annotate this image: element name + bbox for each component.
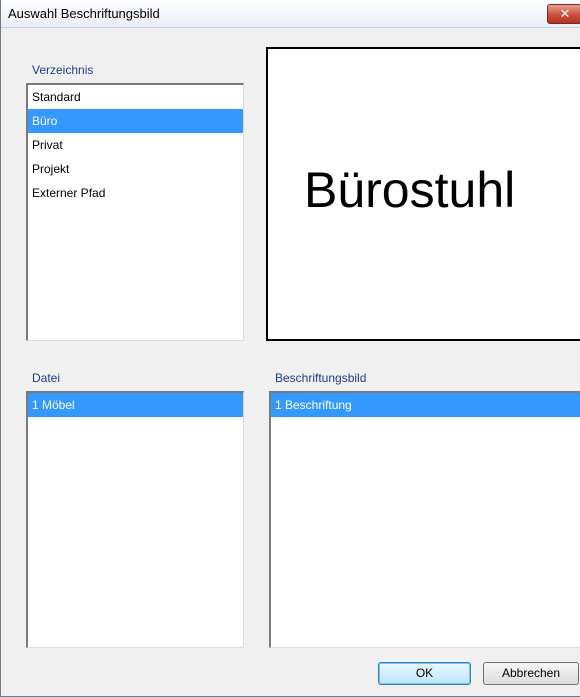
close-button[interactable]: ✕ <box>547 4 580 24</box>
file-label: Datei <box>32 371 61 385</box>
ok-button[interactable]: OK <box>378 662 471 685</box>
directory-item-projekt[interactable]: Projekt <box>28 157 243 181</box>
label-image-label: Beschriftungsbild <box>275 371 367 385</box>
label-image-item-beschriftung[interactable]: 1 Beschriftung <box>271 393 580 417</box>
label-image-list[interactable]: 1 Beschriftung <box>269 391 580 648</box>
directory-item-privat[interactable]: Privat <box>28 133 243 157</box>
directory-item-standard[interactable]: Standard <box>28 85 243 109</box>
preview-text: Bürostuhl <box>304 162 516 218</box>
close-icon: ✕ <box>559 6 571 21</box>
cancel-button[interactable]: Abbrechen <box>483 662 579 685</box>
file-item-moebel[interactable]: 1 Möbel <box>28 393 243 417</box>
window-title: Auswahl Beschriftungsbild <box>8 6 160 21</box>
preview-panel: Bürostuhl <box>266 47 580 341</box>
directory-label: Verzeichnis <box>32 63 94 77</box>
dialog-window: Auswahl Beschriftungsbild ✕ Verzeichnis … <box>0 0 580 697</box>
title-bar[interactable]: Auswahl Beschriftungsbild ✕ <box>1 0 580 28</box>
directory-list[interactable]: Standard Büro Privat Projekt Externer Pf… <box>26 83 244 341</box>
directory-item-buero[interactable]: Büro <box>28 109 243 133</box>
directory-item-externer-pfad[interactable]: Externer Pfad <box>28 181 243 205</box>
file-list[interactable]: 1 Möbel <box>26 391 244 648</box>
